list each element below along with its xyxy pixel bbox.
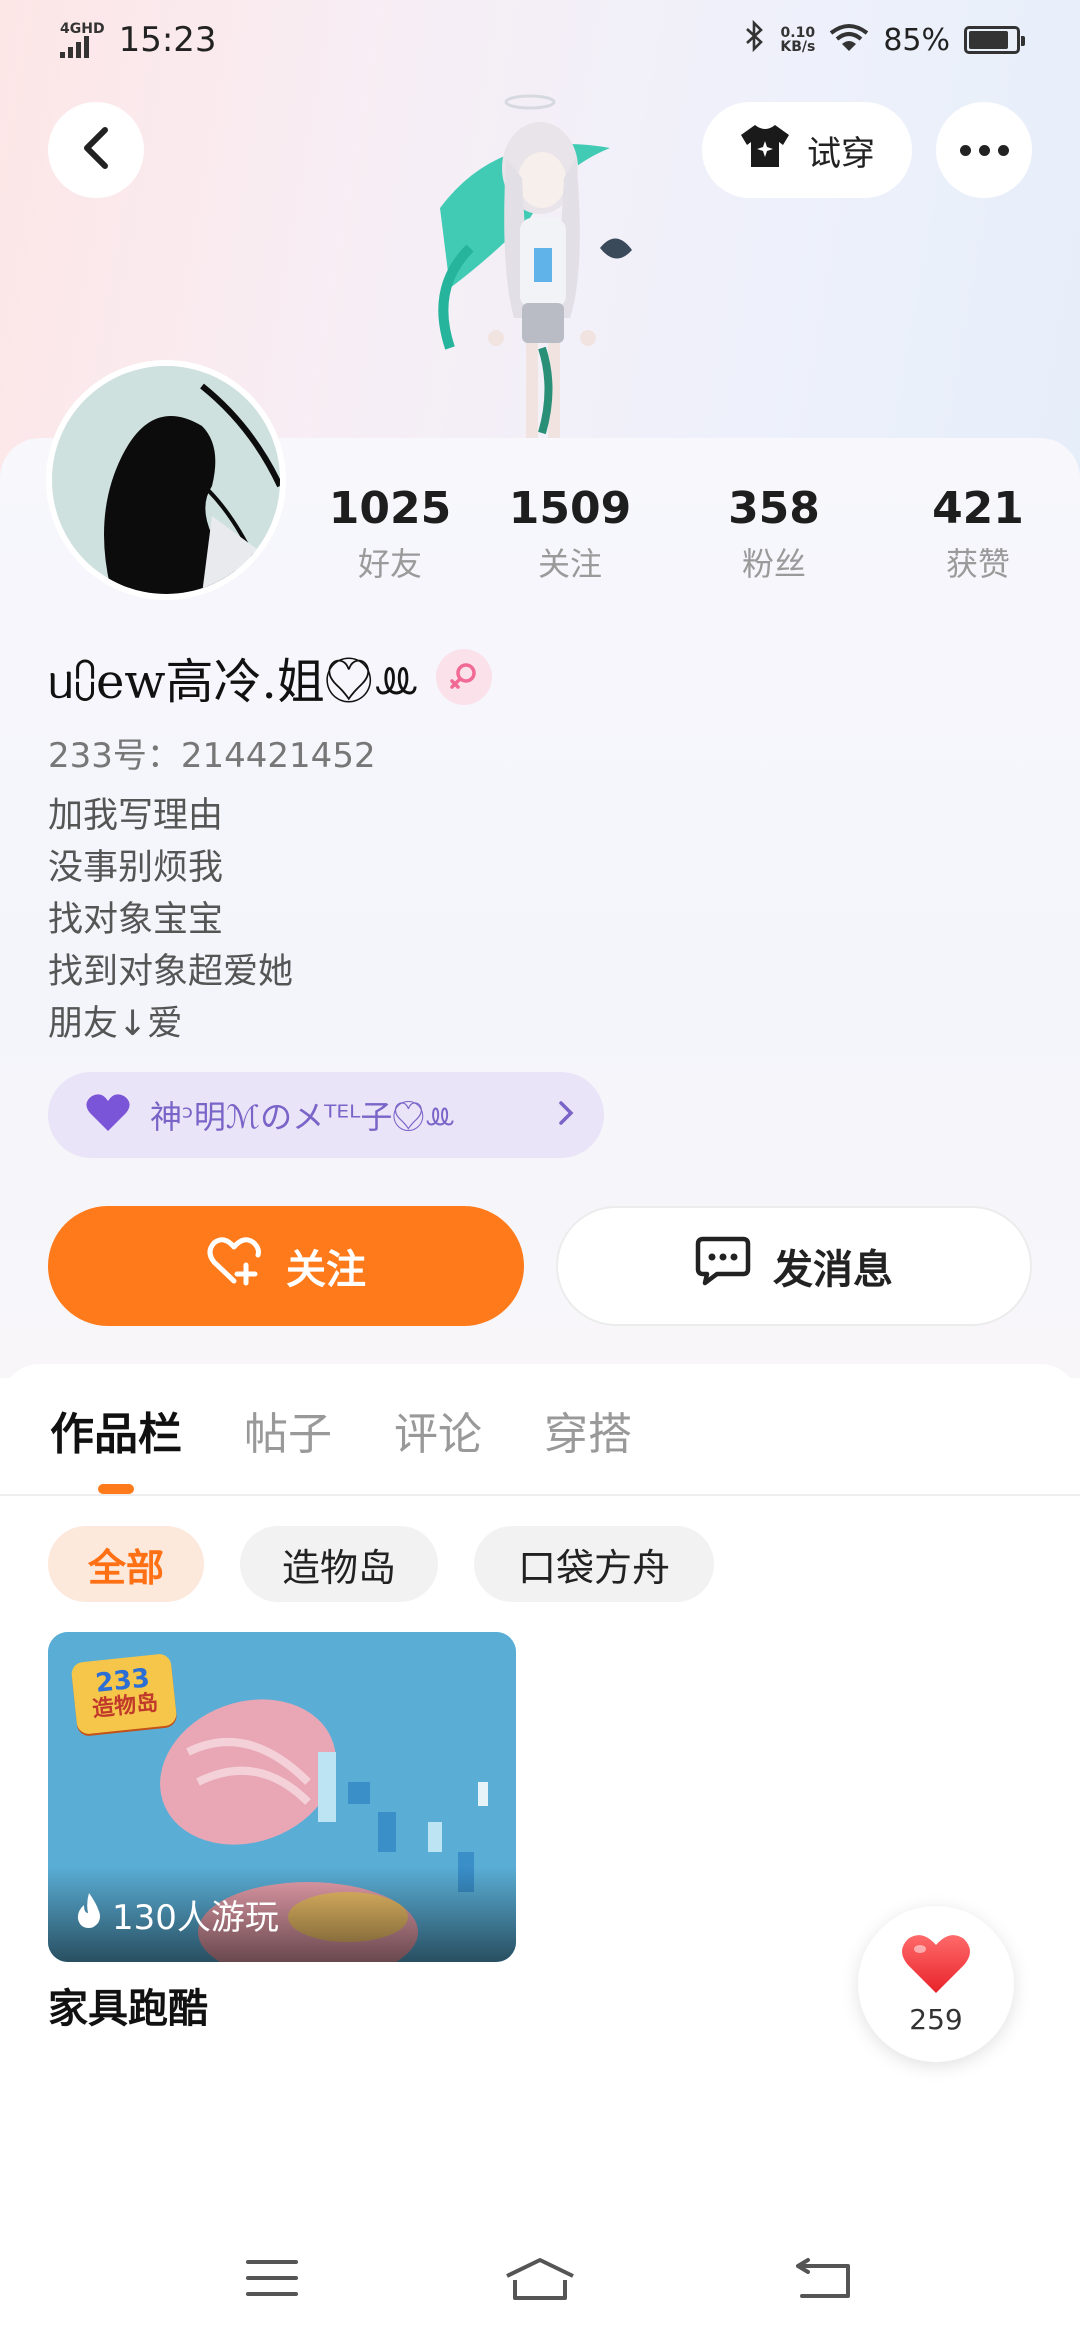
avatar[interactable]	[46, 360, 286, 600]
follow-label: 关注	[286, 1247, 366, 1293]
heart-icon	[84, 1093, 132, 1137]
stat-followers[interactable]: 358 粉丝	[684, 480, 864, 590]
tab-works[interactable]: 作品栏	[50, 1398, 182, 1462]
stat-likes[interactable]: 421 获赞	[888, 480, 1068, 590]
battery-icon	[964, 26, 1025, 54]
send-message-label: 发消息	[773, 1247, 893, 1293]
chat-bubble-icon	[695, 1235, 751, 1297]
more-options-button[interactable]	[936, 102, 1032, 198]
filter-creation-island[interactable]: 造物岛	[240, 1526, 438, 1602]
stat-friends[interactable]: 1025 好友	[300, 480, 480, 590]
menu-icon	[246, 2258, 298, 2302]
status-bar: 4GHD 15:23 0.10 KB/s 85%	[0, 0, 1080, 80]
heart-icon	[900, 1933, 972, 1999]
battery-percent: 85%	[883, 22, 950, 58]
bio-line: 找到对象超爱她	[48, 952, 294, 992]
back-nav-button[interactable]	[784, 2250, 864, 2310]
home-icon	[505, 2256, 575, 2304]
tshirt-icon	[739, 123, 791, 178]
chevron-left-icon	[81, 126, 111, 174]
account-id: 233号：214421452	[48, 736, 376, 776]
try-on-button[interactable]: 试穿	[702, 102, 912, 198]
signal-icon	[60, 36, 105, 58]
bio-line: 朋友↓爱	[48, 1004, 183, 1044]
relationship-label: 神ᵓ明ℳのメᵀᴱᴸ子♡⃝ꔛ	[150, 1098, 456, 1136]
back-button[interactable]	[48, 102, 144, 198]
back-arrow-icon	[794, 2256, 854, 2304]
flame-icon	[74, 1891, 104, 1938]
more-dots-icon	[959, 144, 1009, 156]
heart-plus-icon	[206, 1235, 264, 1297]
system-navigation-bar	[0, 2220, 1080, 2340]
tab-comments[interactable]: 评论	[394, 1398, 482, 1462]
profile-tabs: 作品栏 帖子 评论 穿搭	[0, 1364, 1080, 1496]
relationship-pill[interactable]: 神ᵓ明ℳのメᵀᴱᴸ子♡⃝ꔛ	[48, 1072, 604, 1158]
bio-line: 加我写理由	[48, 796, 224, 836]
play-count-overlay: 130人游玩	[48, 1866, 516, 1962]
bio: 加我写理由 没事别烦我 找对象宝宝 找到对象超爱她 朋友↓爱	[48, 790, 293, 1050]
game-badge-logo: 233 造物岛	[70, 1652, 178, 1736]
network-speed: 0.10 KB/s	[780, 25, 816, 55]
female-gender-icon	[435, 649, 492, 705]
avatar-character-illustration	[410, 88, 670, 438]
nickname-row: ᥙ⩇ew高冷.姐♡⃝ꔛ	[48, 642, 492, 712]
tab-outfits[interactable]: 穿搭	[544, 1398, 632, 1462]
wifi-icon	[829, 23, 869, 57]
clock: 15:23	[118, 20, 217, 60]
like-floating-button[interactable]: 259	[858, 1906, 1014, 2062]
work-title[interactable]: 家具跑酷	[48, 1976, 208, 2034]
stat-following[interactable]: 1509 关注	[480, 480, 660, 590]
play-count: 130人游玩	[112, 1897, 279, 1938]
like-count: 259	[909, 2002, 963, 2036]
active-tab-indicator	[98, 1484, 134, 1494]
bio-line: 找对象宝宝	[48, 900, 224, 940]
chevron-right-icon	[558, 1095, 574, 1135]
tab-posts[interactable]: 帖子	[244, 1398, 332, 1462]
network-indicator: 4GHD	[60, 22, 105, 58]
try-on-label: 试穿	[807, 133, 875, 174]
filter-pocket-ark[interactable]: 口袋方舟	[474, 1526, 714, 1602]
bio-line: 没事别烦我	[48, 848, 224, 888]
profile-stats: 1025 好友 1509 关注 358 粉丝 421 获赞	[300, 480, 1040, 590]
bluetooth-icon	[744, 19, 766, 60]
send-message-button[interactable]: 发消息	[556, 1206, 1032, 1326]
home-nav-button[interactable]	[500, 2250, 580, 2310]
filter-all[interactable]: 全部	[48, 1526, 204, 1602]
menu-nav-button[interactable]	[232, 2250, 312, 2310]
nickname: ᥙ⩇ew高冷.姐♡⃝ꔛ	[48, 654, 420, 710]
follow-button[interactable]: 关注	[48, 1206, 524, 1326]
work-card[interactable]: 233 造物岛 130人游玩	[48, 1632, 516, 1962]
